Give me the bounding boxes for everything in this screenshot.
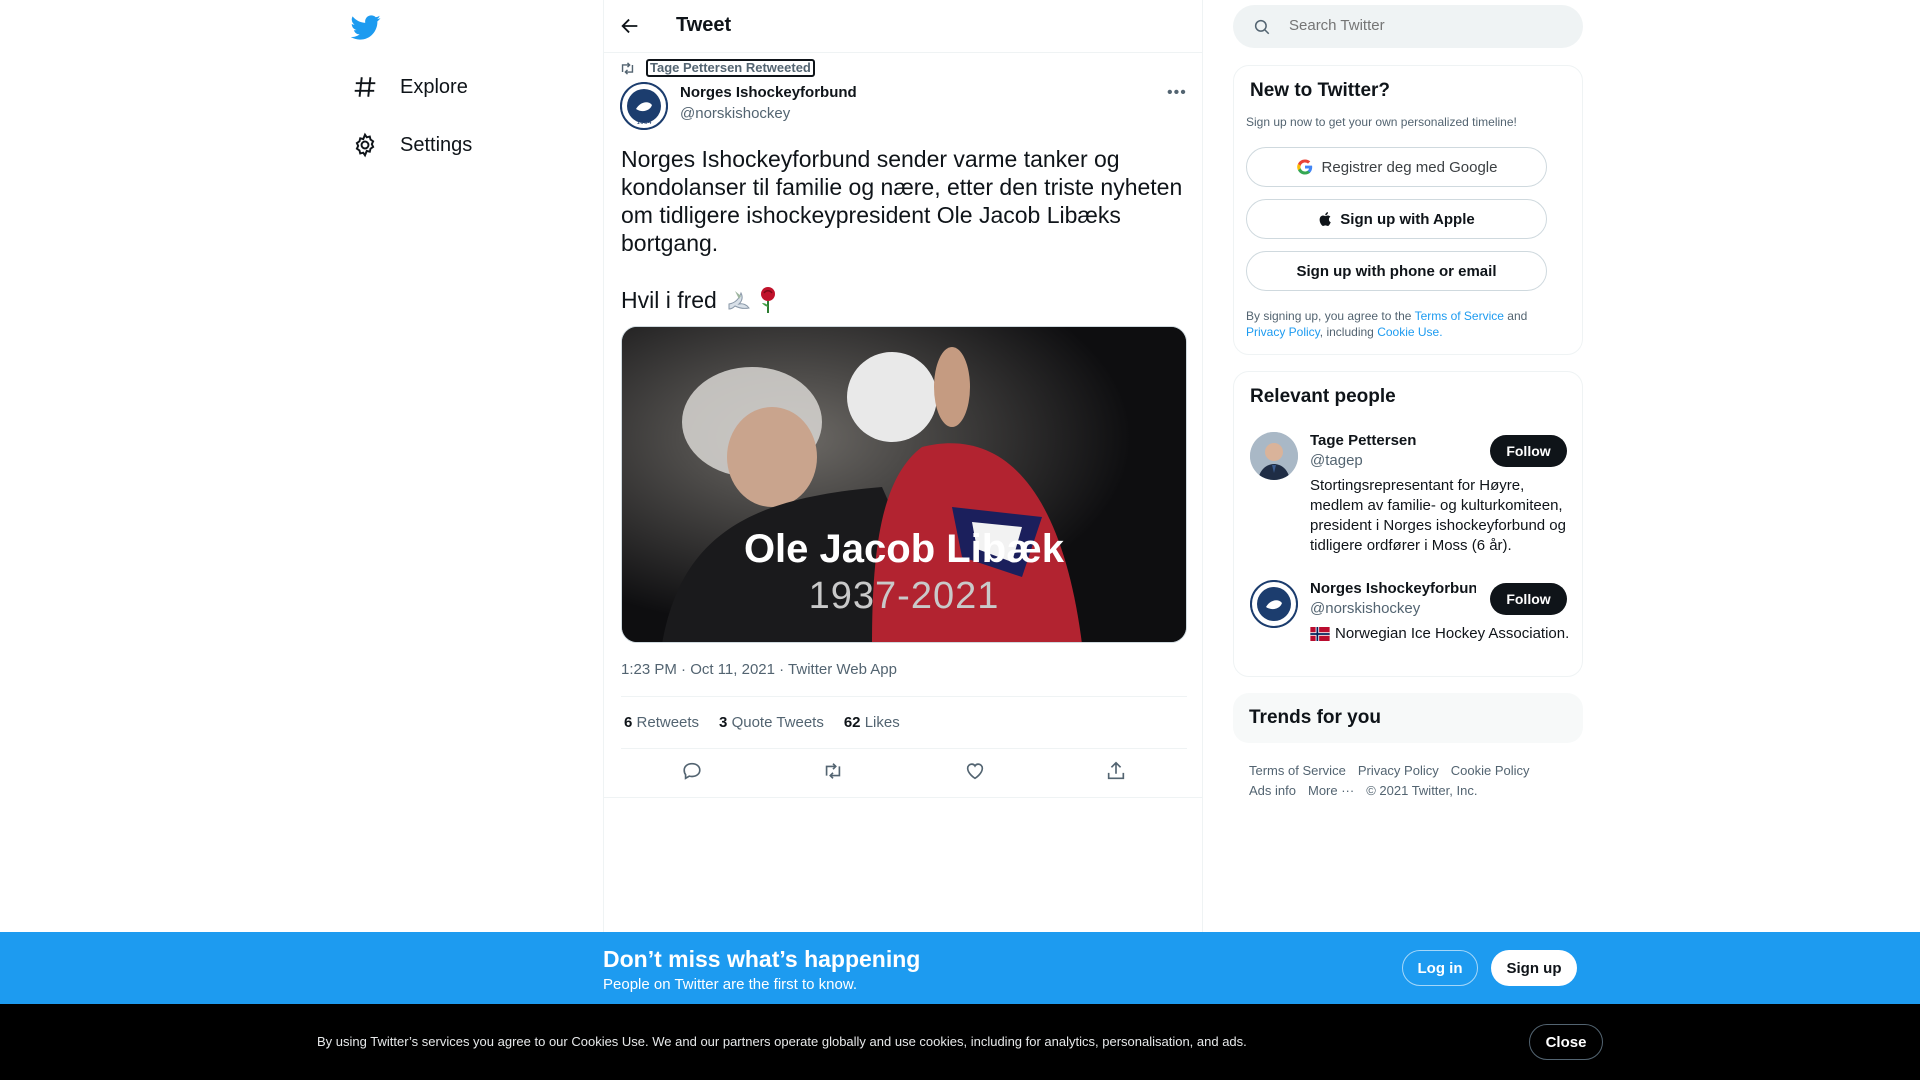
retweets-label: Retweets [636,714,700,731]
footer-privacy-link[interactable]: Privacy Policy [1358,763,1439,778]
dove-icon [725,286,753,314]
apple-signup-button[interactable]: Sign up with Apple [1246,199,1547,239]
relevant-people-card: Relevant people Tage Pettersen @tagep Fo… [1233,371,1583,677]
retweets-count: 6 [624,714,633,731]
divider [621,696,1187,697]
person-bio: Norwegian Ice Hockey Association. [1335,625,1570,642]
cookie-use-link[interactable]: Cookie Use. [1377,325,1442,339]
person-name[interactable]: Tage Pettersen [1310,432,1476,449]
terms-link[interactable]: Terms of Service [1415,309,1504,323]
nav-settings[interactable]: Settings [352,125,472,165]
footer-ads-link[interactable]: Ads info [1249,783,1296,798]
likes-count: 62 [843,714,861,731]
tweet-text: Norges Ishockeyforbund sender varme tank… [621,146,1183,256]
footer-cookie-link[interactable]: Cookie Policy [1451,763,1530,778]
author-handle[interactable]: @norskishockey [680,105,790,122]
tweet-timestamp[interactable]: 1:23 PM · Oct 11, 2021 · Twitter Web App [621,661,897,678]
person-handle[interactable]: @norskishockey [1310,600,1420,617]
quotes-count: 3 [719,714,728,731]
search-input[interactable] [1289,17,1549,34]
share-icon[interactable] [1105,760,1127,782]
person-bio: Stortingsrepresentant for Høyre, medlem … [1310,477,1566,554]
image-caption-name: Ole Jacob Libæk [743,527,1065,571]
person-avatar[interactable] [1250,432,1298,480]
apple-signup-label: Sign up with Apple [1340,210,1475,228]
tweet-column: Tweet Tage Pettersen Retweeted 1934 Norg… [603,0,1203,932]
nav-explore-label: Explore [400,75,468,98]
nav-settings-label: Settings [400,133,473,156]
likes-label: Likes [864,714,900,731]
google-signup-button[interactable]: Registrer deg med Google [1246,147,1547,187]
google-icon [1296,158,1314,176]
tweet-text-secondary: Hvil i fred [621,285,781,315]
quotes-stat[interactable]: 3 Quote Tweets [719,714,824,731]
cookie-banner: By using Twitter’s services you agree to… [0,1004,1920,1080]
cookie-close-button[interactable]: Close [1529,1024,1603,1060]
legal-including: , including [1319,325,1374,339]
tweet-image[interactable]: Ole Jacob Libæk 1937-2021 [621,326,1187,643]
follow-button[interactable]: Follow [1490,435,1567,467]
more-options-icon[interactable]: ••• [1167,84,1187,102]
signup-card-subtitle: Sign up now to get your own personalized… [1246,115,1517,129]
header-divider [604,52,1202,53]
gear-icon [352,132,378,158]
svg-text:1934: 1934 [636,119,651,126]
reply-icon[interactable] [681,760,703,782]
author-avatar[interactable]: 1934 [620,82,668,130]
image-caption-years: 1937-2021 [808,575,1000,617]
tweet-actions [621,760,1187,782]
phone-email-signup-button[interactable]: Sign up with phone or email [1246,251,1547,291]
trends-card: Trends for you [1233,693,1583,743]
signup-banner: Don’t miss what’s happening People on Tw… [0,932,1920,1004]
nav-explore[interactable]: Explore [352,67,468,107]
footer-more-link[interactable]: More ··· [1308,783,1354,798]
apple-icon [1318,210,1334,228]
legal-and: and [1507,309,1528,323]
relevant-people-title: Relevant people [1250,386,1396,407]
twitter-logo-icon[interactable] [351,12,381,42]
banner-subtitle: People on Twitter are the first to know. [603,976,858,993]
search-icon [1253,18,1271,36]
retweets-stat[interactable]: 6 Retweets [624,714,699,731]
author-name[interactable]: Norges Ishockeyforbund [680,84,857,101]
follow-button[interactable]: Follow [1490,583,1567,615]
retweet-indicator-icon [619,60,636,77]
likes-stat[interactable]: 62 Likes [844,714,900,731]
divider [621,748,1187,749]
cookie-text: By using Twitter’s services you agree to… [317,1034,1247,1049]
tweet-stats: 6 Retweets 3 Quote Tweets 62 Likes [624,714,900,731]
like-heart-icon[interactable] [964,760,986,782]
quotes-label: Quote Tweets [731,714,824,731]
footer-terms-link[interactable]: Terms of Service [1249,763,1346,778]
phone-signup-label: Sign up with phone or email [1296,262,1497,280]
legal-prefix: By signing up, you agree to the [1246,309,1412,323]
page-title: Tweet [676,14,732,36]
privacy-link[interactable]: Privacy Policy [1246,325,1320,339]
signup-button[interactable]: Sign up [1491,950,1577,986]
retweet-icon[interactable] [822,760,844,782]
search-box[interactable] [1233,5,1583,48]
person-handle[interactable]: @tagep [1310,452,1363,469]
banner-title: Don’t miss what’s happening [603,946,921,972]
retweeted-by-label[interactable]: Tage Pettersen Retweeted [646,59,815,77]
signup-legal-text: By signing up, you agree to the Terms of… [1246,308,1566,340]
footer-links: Terms of Service Privacy Policy Cookie Pol… [1249,761,1579,801]
person-name[interactable]: Norges Ishockeyforbund [1310,580,1476,597]
login-button[interactable]: Log in [1402,950,1478,986]
norway-flag-icon [1310,627,1330,641]
person-avatar[interactable] [1250,580,1298,628]
google-signup-label: Registrer deg med Google [1321,158,1498,176]
person-bio-container: Norwegian Ice Hockey Association. [1310,624,1572,644]
signup-card: New to Twitter? Sign up now to get your … [1233,65,1583,355]
signup-card-title: New to Twitter? [1250,80,1391,101]
rose-icon [755,285,781,315]
divider [604,797,1202,798]
trends-title: Trends for you [1249,707,1381,728]
back-arrow-icon[interactable] [619,15,641,37]
hashtag-icon [352,74,378,100]
footer-copyright: © 2021 Twitter, Inc. [1366,783,1478,798]
tweet-text-rip: Hvil i fred [621,287,717,313]
